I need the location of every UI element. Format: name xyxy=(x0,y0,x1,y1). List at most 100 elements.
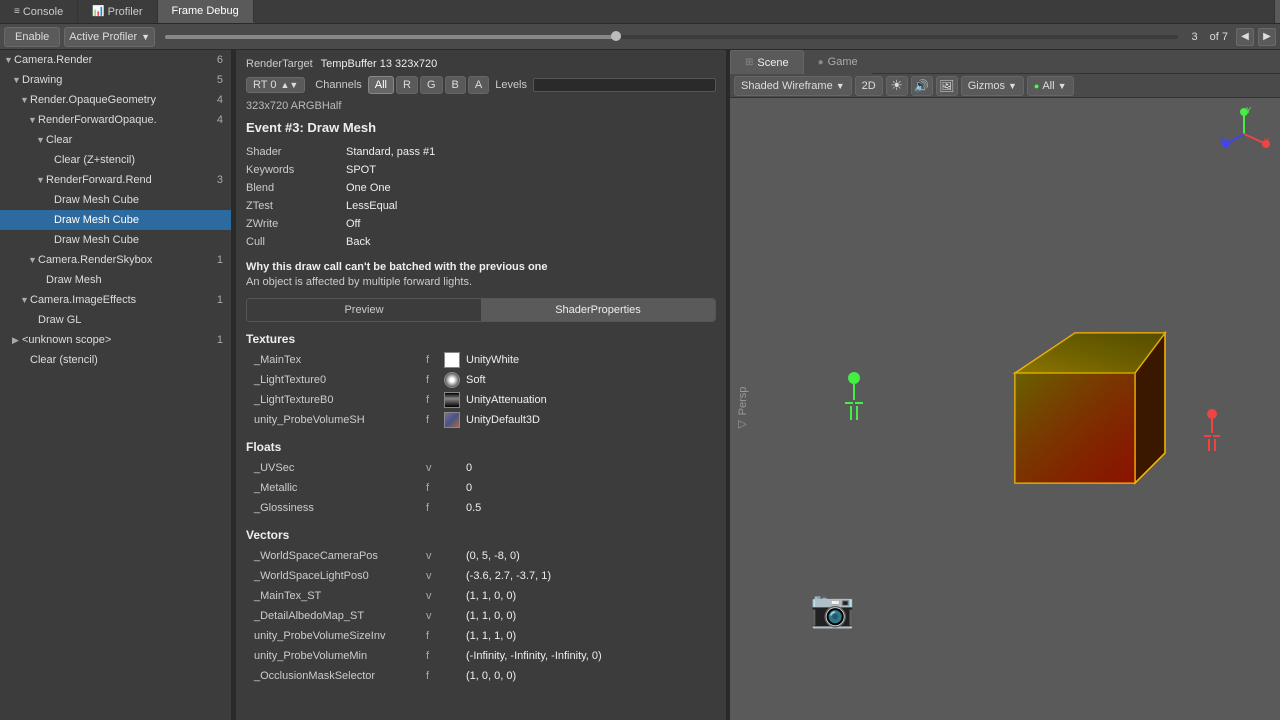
shader-props-table: Shader Standard, pass #1 Keywords SPOT B… xyxy=(246,143,716,251)
vector-type: v xyxy=(426,590,442,602)
floats-list: _UVSec v 0 _Metallic f 0 _Glossiness f 0… xyxy=(246,458,716,518)
tex-name: _MainTex xyxy=(246,354,426,366)
vectors-section-title: Vectors xyxy=(246,528,716,542)
preview-tab[interactable]: Preview xyxy=(247,299,481,321)
tree-item-9[interactable]: Draw Mesh Cube xyxy=(0,230,231,250)
active-profiler-dropdown[interactable]: Active Profiler ▼ xyxy=(64,27,155,47)
float-type: f xyxy=(426,482,442,494)
scene-tab[interactable]: ⊞ Scene xyxy=(730,50,804,74)
render-target-row: RenderTarget TempBuffer 13 323x720 xyxy=(246,58,716,70)
tree-item-7[interactable]: Draw Mesh Cube xyxy=(0,190,231,210)
texture-row-2: _LightTextureB0 f UnityAttenuation xyxy=(246,390,716,410)
hierarchy-panel: ▼Camera.Render6▼Drawing5▼Render.OpaqueGe… xyxy=(0,50,232,720)
tex-preview xyxy=(442,352,462,368)
vector-row-4: unity_ProbeVolumeSizeInv f (1, 1, 1, 0) xyxy=(246,626,716,646)
frame-slider[interactable] xyxy=(165,35,1177,39)
tree-toggle-icon: ▼ xyxy=(20,95,30,105)
svg-text:Z: Z xyxy=(1220,137,1225,146)
audio-icon-button[interactable]: 🔊 xyxy=(911,76,933,96)
tree-item-count: 5 xyxy=(217,74,227,86)
red-figure xyxy=(1204,409,1220,451)
tree-item-count: 3 xyxy=(217,174,227,186)
all-dropdown[interactable]: ● All ▼ xyxy=(1027,76,1074,96)
tree-toggle-icon: ▼ xyxy=(20,295,30,305)
scene-gizmo: Y X Z xyxy=(1216,106,1272,162)
tree-item-8[interactable]: Draw Mesh Cube xyxy=(0,210,231,230)
image-icon-button[interactable]: 🖼 xyxy=(936,76,958,96)
details-panel: RenderTarget TempBuffer 13 323x720 RT 0 … xyxy=(236,50,726,720)
frame-number: 3 xyxy=(1192,31,1198,43)
channel-r-btn[interactable]: R xyxy=(396,76,418,94)
game-icon: ● xyxy=(818,57,824,68)
channel-a-btn[interactable]: A xyxy=(468,76,489,94)
float-name: _Glossiness xyxy=(246,502,426,514)
tree-item-1[interactable]: ▼Drawing5 xyxy=(0,70,231,90)
batch-warning: Why this draw call can't be batched with… xyxy=(246,261,716,288)
cube-3d xyxy=(975,293,1175,516)
tree-item-count: 1 xyxy=(217,334,227,346)
channel-b-btn[interactable]: B xyxy=(445,76,466,94)
shader-row: Shader Standard, pass #1 xyxy=(246,143,716,161)
tree-item-13[interactable]: Draw GL xyxy=(0,310,231,330)
tree-item-count: 4 xyxy=(217,94,227,106)
2d-button[interactable]: 2D xyxy=(855,76,883,96)
vector-value: (-3.6, 2.7, -3.7, 1) xyxy=(466,570,551,582)
tree-item-15[interactable]: Clear (stencil) xyxy=(0,350,231,370)
render-target-label: RenderTarget xyxy=(246,58,313,70)
scene-game-tabs: ⊞ Scene ● Game xyxy=(730,50,1280,74)
tree-item-2[interactable]: ▼Render.OpaqueGeometry4 xyxy=(0,90,231,110)
tree-item-14[interactable]: ▶<unknown scope>1 xyxy=(0,330,231,350)
prev-frame-button[interactable]: ◀ xyxy=(1236,28,1254,46)
game-tab[interactable]: ● Game xyxy=(804,50,872,74)
tree-item-count: 1 xyxy=(217,254,227,266)
tex-value: Soft xyxy=(466,374,486,386)
tree-item-4[interactable]: ▼Clear xyxy=(0,130,231,150)
tree-item-label: Clear xyxy=(46,134,227,146)
tex-type: f xyxy=(426,394,442,406)
tree-item-label: <unknown scope> xyxy=(22,334,217,346)
all-dot-icon: ● xyxy=(1034,81,1039,91)
channel-g-btn[interactable]: G xyxy=(420,76,443,94)
tab-frame-debug[interactable]: Frame Debug xyxy=(158,0,254,23)
shading-arrow-icon: ▼ xyxy=(836,81,845,91)
sun-icon-button[interactable]: ☀ xyxy=(886,76,908,96)
vector-type: v xyxy=(426,550,442,562)
vectors-list: _WorldSpaceCameraPos v (0, 5, -8, 0) _Wo… xyxy=(246,546,716,686)
camera-icon: 📷 xyxy=(810,588,855,630)
gizmos-dropdown[interactable]: Gizmos ▼ xyxy=(961,76,1024,96)
next-frame-button[interactable]: ▶ xyxy=(1258,28,1276,46)
tex-value: UnityWhite xyxy=(466,354,519,366)
frame-of: of 7 xyxy=(1210,31,1228,43)
tree-item-label: Draw Mesh Cube xyxy=(54,194,227,206)
slider-thumb[interactable] xyxy=(611,31,621,41)
tex-name: unity_ProbeVolumeSH xyxy=(246,414,426,426)
rt-dropdown[interactable]: RT 0 ▲▼ xyxy=(246,77,305,93)
tree-item-6[interactable]: ▼RenderForward.Rend3 xyxy=(0,170,231,190)
tree-item-3[interactable]: ▼RenderForwardOpaque.4 xyxy=(0,110,231,130)
float-value: 0.5 xyxy=(466,502,481,514)
shader-properties-tab[interactable]: ShaderProperties xyxy=(481,299,715,321)
tree-item-0[interactable]: ▼Camera.Render6 xyxy=(0,50,231,70)
tex-value: UnityDefault3D xyxy=(466,414,540,426)
tree-item-12[interactable]: ▼Camera.ImageEffects1 xyxy=(0,290,231,310)
vector-value: (1, 1, 0, 0) xyxy=(466,610,516,622)
tree-item-5[interactable]: Clear (Z+stencil) xyxy=(0,150,231,170)
tree-item-label: Drawing xyxy=(22,74,217,86)
tab-console[interactable]: ≡ Console xyxy=(0,0,78,23)
vector-name: _WorldSpaceLightPos0 xyxy=(246,570,426,582)
tree-item-label: Render.OpaqueGeometry xyxy=(30,94,217,106)
enable-button[interactable]: Enable xyxy=(4,27,60,47)
tree-item-label: Clear (stencil) xyxy=(30,354,227,366)
top-tab-bar: ≡ Console 📊 Profiler Frame Debug xyxy=(0,0,1280,24)
shading-dropdown[interactable]: Shaded Wireframe ▼ xyxy=(734,76,852,96)
scene-panel: ⊞ Scene ● Game Shaded Wireframe ▼ 2D ☀ 🔊… xyxy=(730,50,1280,720)
tab-profiler[interactable]: 📊 Profiler xyxy=(78,0,157,23)
tree-item-11[interactable]: Draw Mesh xyxy=(0,270,231,290)
tex-name: _LightTexture0 xyxy=(246,374,426,386)
all-arrow-icon: ▼ xyxy=(1058,81,1067,91)
tree-toggle-icon: ▶ xyxy=(12,335,22,346)
tree-item-10[interactable]: ▼Camera.RenderSkybox1 xyxy=(0,250,231,270)
channel-all-btn[interactable]: All xyxy=(368,76,394,94)
tree-item-label: Clear (Z+stencil) xyxy=(54,154,227,166)
vector-row-6: _OcclusionMaskSelector f (1, 0, 0, 0) xyxy=(246,666,716,686)
